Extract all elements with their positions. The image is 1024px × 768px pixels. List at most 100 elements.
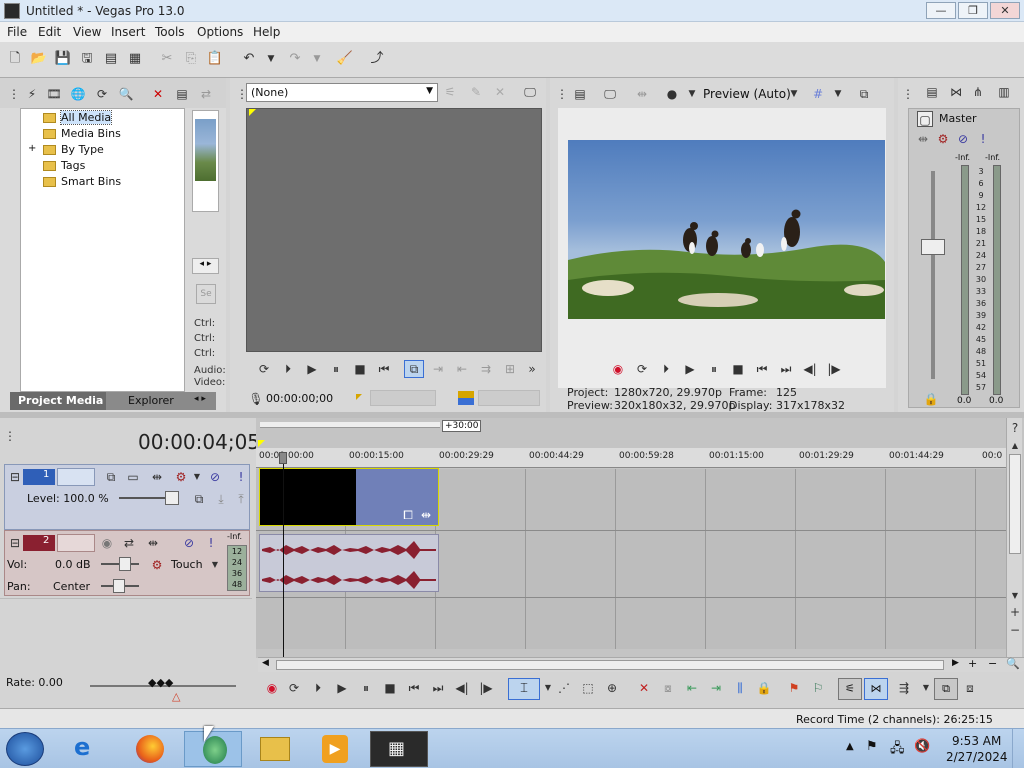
playhead-handle[interactable] xyxy=(279,452,287,464)
master-solo-icon[interactable]: ! xyxy=(975,131,991,147)
fit-icon[interactable]: ⊞ xyxy=(502,361,518,377)
automation-settings-icon[interactable]: ⚙ xyxy=(149,557,165,573)
track-invert-phase-icon[interactable]: ⇄ xyxy=(121,535,137,551)
scroll-right-icon[interactable]: ▶ xyxy=(952,658,959,668)
panel-grip-icon[interactable]: ⋮ xyxy=(554,86,570,102)
auto-crossfade-icon[interactable]: ⋈ xyxy=(864,678,888,700)
trimmer-media-dropdown[interactable]: (None) ▼ xyxy=(246,83,438,102)
copy-icon[interactable]: ⎘ xyxy=(182,50,200,68)
network-icon[interactable]: 🖧 xyxy=(890,739,905,761)
get-media-from-web-icon[interactable]: 🌐 xyxy=(70,86,86,102)
zoom-edit-tool-icon[interactable]: ⊕ xyxy=(604,680,620,696)
zoom-out-tracks-icon[interactable]: − xyxy=(1007,622,1023,638)
horizontal-scroll-thumb[interactable] xyxy=(276,660,944,670)
open-icon[interactable]: 📂 xyxy=(30,50,48,68)
media-properties-icon[interactable]: ▤ xyxy=(174,86,190,102)
save-as-icon[interactable]: 🖫 xyxy=(78,50,96,68)
stop-icon[interactable]: ■ xyxy=(382,680,398,696)
pause-icon[interactable]: ⏸ xyxy=(358,680,374,696)
timeline-ruler[interactable]: 00:00:00:00 00:00:15:00 00:00:29:29 00:0… xyxy=(256,448,1008,468)
bypass-motion-blur-icon[interactable]: ⧉ xyxy=(191,491,207,507)
menu-tools[interactable]: Tools xyxy=(155,25,185,39)
track-motion-icon[interactable]: ⇹ xyxy=(149,469,165,485)
meter-options-icon[interactable]: ▥ xyxy=(996,84,1012,100)
redo-dropdown-icon[interactable]: ▼ xyxy=(308,50,326,68)
audio-track-header[interactable]: ⊟ 2 ◉ ⇄ ⇹ ⊘ ! Vol: 0.0 dB ⚙ Touch ▼ Pan:… xyxy=(4,530,250,596)
make-compositing-child-icon[interactable]: ⤓ xyxy=(213,491,229,507)
downmix-icon[interactable]: ⋈ xyxy=(948,84,964,100)
action-center-flag-icon[interactable]: ⚑ xyxy=(866,739,878,754)
audio-event[interactable] xyxy=(259,534,439,592)
play-from-start-icon[interactable]: ⏵ xyxy=(658,361,674,377)
go-to-start-icon[interactable]: ⏮ xyxy=(406,680,422,696)
trim-end-icon[interactable]: ⇥ xyxy=(708,680,724,696)
compositing-mode-icon[interactable]: ⧉ xyxy=(103,469,119,485)
playhead-cursor[interactable] xyxy=(283,456,284,658)
mixer-properties-icon[interactable]: ▤ xyxy=(924,84,940,100)
properties-icon[interactable]: ▦ xyxy=(126,50,144,68)
go-to-end-icon[interactable]: ⏭ xyxy=(430,680,446,696)
loop-icon[interactable]: ⟳ xyxy=(634,361,650,377)
cut-icon[interactable]: ✂ xyxy=(158,50,176,68)
scroll-down-icon[interactable]: ▼ xyxy=(1007,588,1023,604)
tree-item-smart-bins[interactable]: Smart Bins xyxy=(43,175,121,191)
loop-icon[interactable]: ⟳ xyxy=(286,680,302,696)
play-icon[interactable]: ▶ xyxy=(304,361,320,377)
track-list-icon[interactable]: ? xyxy=(1007,420,1023,436)
preview-fx-icon[interactable]: ● xyxy=(664,86,680,102)
previous-frame-icon[interactable]: ◀| xyxy=(454,680,470,696)
play-icon[interactable]: ▶ xyxy=(682,361,698,377)
master-mute-icon[interactable]: ⊘ xyxy=(955,131,971,147)
master-settings-icon[interactable]: ⚙ xyxy=(935,131,951,147)
save-icon[interactable]: 💾 xyxy=(54,50,72,68)
ignore-event-grouping-icon[interactable]: ⧈ xyxy=(962,680,978,696)
overlay-icon[interactable]: ⧉ xyxy=(404,360,424,378)
lock-icon[interactable]: 🔒 xyxy=(756,680,772,696)
vegas-taskbar-button[interactable]: ▦ xyxy=(370,731,428,767)
new-icon[interactable]: 🗋 xyxy=(6,50,24,68)
show-hidden-icons[interactable]: ▲ xyxy=(846,741,854,752)
capture-video-icon[interactable]: 🎞 xyxy=(46,86,62,102)
master-lock-icon[interactable]: 🔒 xyxy=(923,391,939,407)
preview-fx-dropdown-icon[interactable]: ▼ xyxy=(684,86,700,102)
file-explorer-icon[interactable] xyxy=(260,737,290,761)
next-frame-icon[interactable]: |▶ xyxy=(478,680,494,696)
more-icon[interactable]: » xyxy=(524,361,540,377)
trimmer-display-icon[interactable]: 🖵 xyxy=(522,84,538,100)
pan-slider-handle[interactable] xyxy=(113,579,125,593)
paste-icon[interactable]: 📋 xyxy=(206,50,224,68)
minimize-button[interactable]: — xyxy=(926,2,956,19)
internet-explorer-icon[interactable]: e xyxy=(74,733,90,761)
tab-scroll-arrows[interactable]: ◂ ▸ xyxy=(194,394,206,404)
auto-ripple-dropdown-icon[interactable]: ▼ xyxy=(918,680,934,696)
automation-dropdown-icon[interactable]: ▼ xyxy=(207,557,223,573)
menu-view[interactable]: View xyxy=(73,25,101,39)
external-monitor-icon[interactable]: 🖵 xyxy=(602,86,618,102)
trim-icon[interactable]: ⧇ xyxy=(660,680,676,696)
refresh-icon[interactable]: ⟳ xyxy=(94,86,110,102)
add-to-timeline-icon[interactable]: ⇥ xyxy=(430,361,446,377)
clean-icon[interactable]: 🧹 xyxy=(336,50,354,68)
automation-mode[interactable]: Touch xyxy=(171,558,203,571)
pause-icon[interactable]: ⏸ xyxy=(328,361,344,377)
redo-icon[interactable]: ↷ xyxy=(286,50,304,68)
zoom-in-tracks-icon[interactable]: + xyxy=(1007,604,1023,620)
show-desktop-button[interactable] xyxy=(1012,729,1024,768)
zoom-in-time-icon[interactable]: + xyxy=(968,657,977,670)
menu-edit[interactable]: Edit xyxy=(38,25,61,39)
copy-snapshot-icon[interactable]: ⧉ xyxy=(856,86,872,102)
preview-quality-dropdown[interactable]: Preview (Auto) xyxy=(703,87,791,101)
menu-help[interactable]: Help xyxy=(253,25,280,39)
panel-grip-icon[interactable]: ⋮ xyxy=(900,86,916,102)
track-minimize-icon[interactable]: ⊟ xyxy=(7,469,23,485)
track-fx-icon[interactable]: ⚙ xyxy=(173,469,189,485)
delete-icon[interactable]: ✕ xyxy=(636,680,652,696)
add-before-icon[interactable]: ⇤ xyxy=(454,361,470,377)
import-media-icon[interactable]: ⚡ xyxy=(24,86,40,102)
undo-dropdown-icon[interactable]: ▼ xyxy=(262,50,280,68)
video-event[interactable]: ⧠ ⇹ xyxy=(259,468,439,526)
play-from-start-icon[interactable]: ⏵ xyxy=(280,361,296,377)
insert-region-icon[interactable]: ⚐ xyxy=(810,680,826,696)
search-media-icon[interactable]: 🔍 xyxy=(118,86,134,102)
master-fx-icon[interactable]: ⇹ xyxy=(915,131,931,147)
